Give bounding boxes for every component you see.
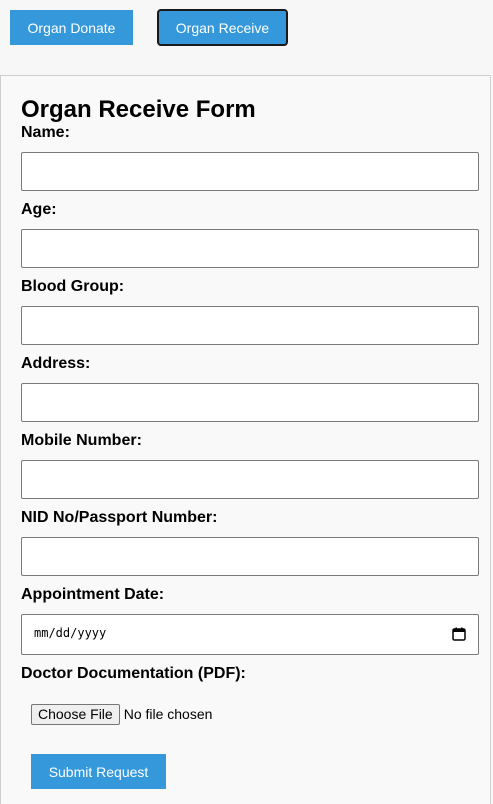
choose-file-button[interactable]: Choose File: [31, 703, 120, 725]
nid-passport-label: NID No/Passport Number:: [21, 509, 218, 526]
file-upload: Choose File No file chosen: [31, 703, 212, 725]
blood-group-input[interactable]: [21, 306, 479, 345]
organ-donate-tab[interactable]: Organ Donate: [10, 10, 133, 45]
name-label: Name:: [21, 124, 70, 141]
age-input[interactable]: [21, 229, 479, 268]
calendar-icon[interactable]: [452, 627, 466, 641]
age-label: Age:: [21, 201, 57, 218]
date-placeholder: mm/dd/yyyy: [34, 626, 107, 640]
form-title: Organ Receive Form: [21, 96, 256, 123]
mobile-number-input[interactable]: [21, 460, 479, 499]
appointment-date-label: Appointment Date:: [21, 586, 165, 603]
name-input[interactable]: [21, 152, 479, 191]
address-label: Address:: [21, 355, 91, 372]
file-status: No file chosen: [123, 706, 213, 722]
submit-request-button[interactable]: Submit Request: [31, 754, 166, 789]
blood-group-label: Blood Group:: [21, 278, 125, 295]
mobile-number-label: Mobile Number:: [21, 432, 142, 449]
nid-passport-input[interactable]: [21, 537, 479, 576]
address-input[interactable]: [21, 383, 479, 422]
organ-receive-tab[interactable]: Organ Receive: [157, 9, 288, 46]
doctor-doc-label: Doctor Documentation (PDF):: [21, 665, 246, 682]
appointment-date-input[interactable]: mm/dd/yyyy: [21, 614, 479, 655]
top-nav: Organ Donate Organ Receive: [0, 0, 493, 75]
